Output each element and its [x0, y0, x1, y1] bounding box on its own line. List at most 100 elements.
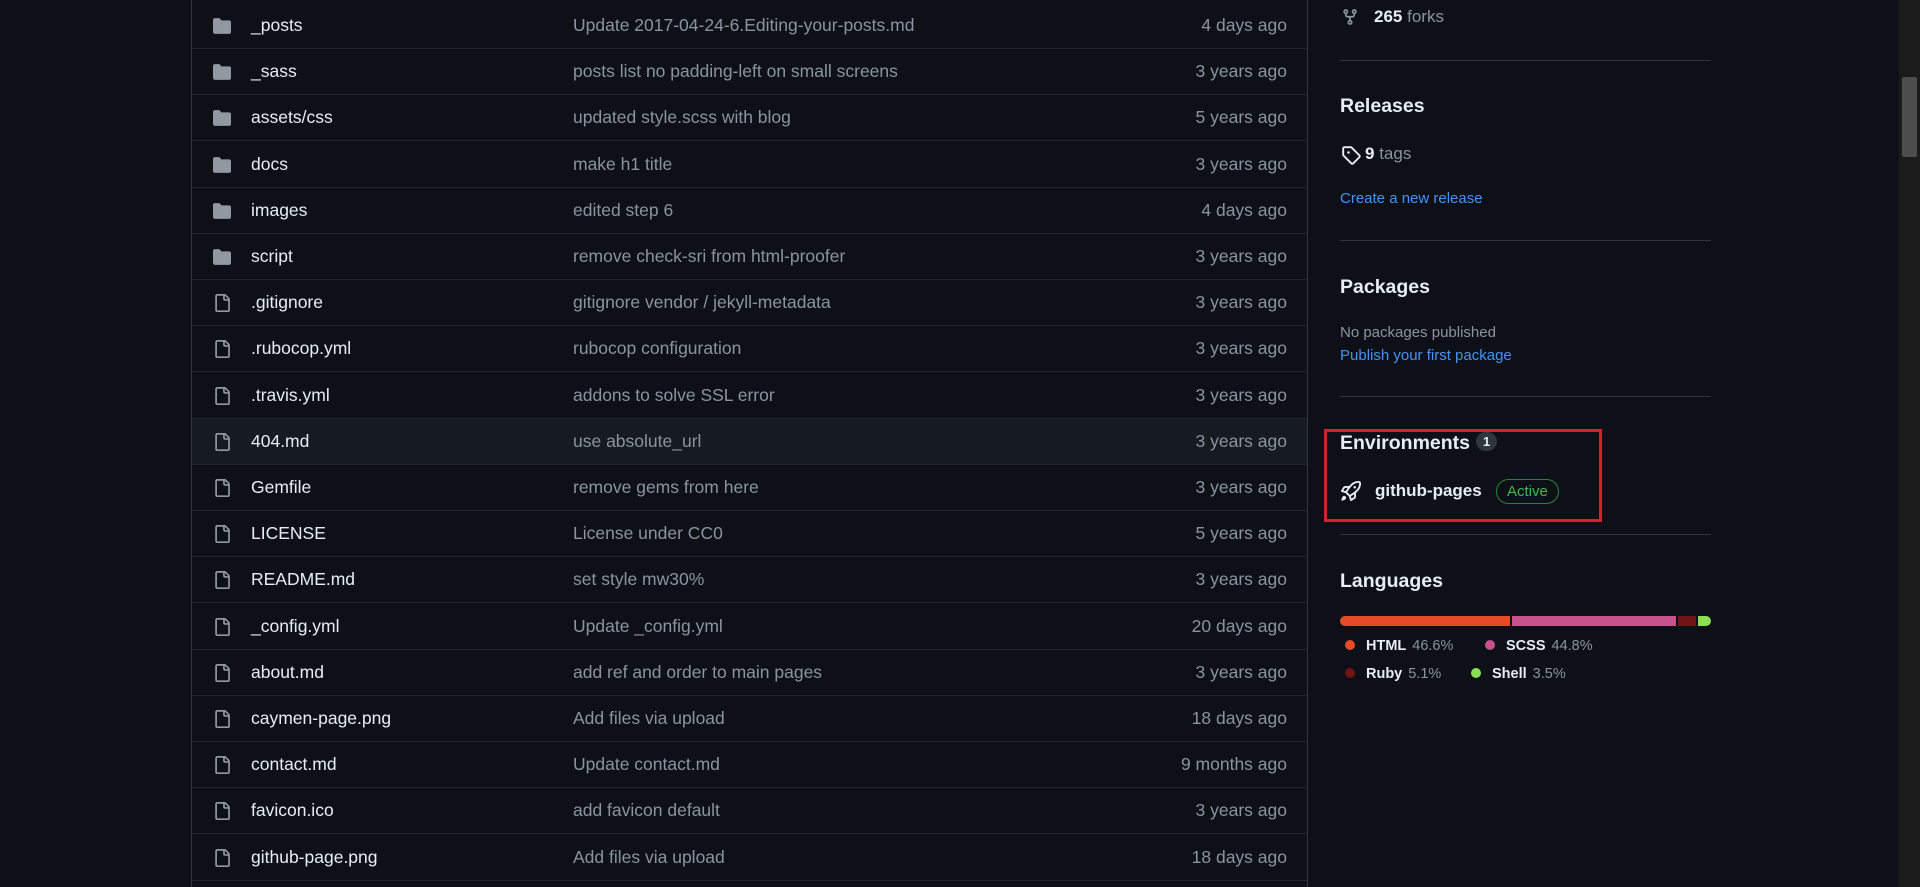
table-row[interactable]: script remove check-sri from html-proofer…: [192, 234, 1307, 280]
file-name-link[interactable]: .travis.yml: [251, 385, 330, 406]
languages-bar: [1340, 616, 1711, 626]
folder-icon: [211, 62, 233, 82]
commit-age: 3 years ago: [1195, 477, 1287, 497]
file-icon: [211, 524, 233, 544]
file-name-link[interactable]: caymen-page.png: [251, 708, 391, 729]
file-name-link[interactable]: favicon.ico: [251, 800, 334, 821]
file-icon: [211, 848, 233, 868]
language-item-ruby[interactable]: Ruby 5.1%: [1345, 666, 1441, 682]
commit-message-link[interactable]: License under CC0: [573, 523, 723, 544]
commit-age: 4 days ago: [1201, 15, 1287, 35]
language-color-dot: [1345, 668, 1355, 678]
table-row[interactable]: contact.md Update contact.md 9 months ago: [192, 742, 1307, 788]
file-icon: [211, 755, 233, 775]
language-item-shell[interactable]: Shell 3.5%: [1471, 666, 1566, 682]
folder-icon: [211, 108, 233, 128]
commit-message-link[interactable]: addons to solve SSL error: [573, 385, 775, 406]
language-name: Shell: [1492, 666, 1527, 682]
commit-message-link[interactable]: Update contact.md: [573, 754, 720, 775]
commit-age: 3 years ago: [1195, 385, 1287, 405]
divider: [1340, 534, 1711, 535]
table-row[interactable]: about.md add ref and order to main pages 3…: [192, 650, 1307, 696]
file-name-link[interactable]: _posts: [251, 15, 303, 36]
file-name-link[interactable]: 404.md: [251, 431, 309, 452]
commit-message-link[interactable]: updated style.scss with blog: [573, 107, 791, 128]
commit-age: 3 years ago: [1195, 61, 1287, 81]
forks-link[interactable]: 265 forks: [1374, 7, 1444, 27]
commit-message-link[interactable]: rubocop configuration: [573, 338, 741, 359]
publish-package-link[interactable]: Publish your first package: [1340, 347, 1512, 364]
commit-message-link[interactable]: make h1 title: [573, 154, 672, 175]
file-name-link[interactable]: Gemfile: [251, 477, 311, 498]
commit-age: 5 years ago: [1195, 523, 1287, 543]
file-icon: [211, 432, 233, 452]
commit-message-link[interactable]: posts list no padding-left on small scre…: [573, 61, 898, 82]
commit-age: 3 years ago: [1195, 431, 1287, 451]
table-row[interactable]: _config.yml Update _config.yml 20 days ago: [192, 604, 1307, 650]
commit-message-link[interactable]: set style mw30%: [573, 569, 704, 590]
language-item-scss[interactable]: SCSS 44.8%: [1485, 638, 1593, 654]
commit-age: 4 days ago: [1201, 200, 1287, 220]
language-color-dot: [1485, 640, 1495, 650]
file-name-link[interactable]: .rubocop.yml: [251, 338, 351, 359]
file-name-link[interactable]: .gitignore: [251, 292, 323, 313]
table-row[interactable]: docs make h1 title 3 years ago: [192, 142, 1307, 188]
page-scrollbar[interactable]: [1899, 0, 1920, 887]
file-name-link[interactable]: images: [251, 200, 307, 221]
commit-message-link[interactable]: edited step 6: [573, 200, 673, 221]
highlight-box: [1324, 429, 1602, 522]
commit-message-link[interactable]: remove check-sri from html-proofer: [573, 246, 845, 267]
scrollbar-thumb[interactable]: [1902, 77, 1917, 157]
divider: [1340, 396, 1711, 397]
table-row[interactable]: .gitignore gitignore vendor / jekyll-meta…: [192, 280, 1307, 326]
table-row[interactable]: .rubocop.yml rubocop configuration 3 years…: [192, 326, 1307, 372]
table-row[interactable]: _sass posts list no padding-left on small…: [192, 49, 1307, 95]
folder-icon: [211, 247, 233, 267]
file-name-link[interactable]: LICENSE: [251, 523, 326, 544]
commit-age: 9 months ago: [1180, 754, 1287, 774]
file-name-link[interactable]: contact.md: [251, 754, 337, 775]
table-row[interactable]: 404.md use absolute_url 3 years ago: [192, 419, 1307, 465]
file-name-link[interactable]: _sass: [251, 61, 297, 82]
language-bar-segment: [1698, 616, 1711, 626]
file-name-link[interactable]: about.md: [251, 662, 324, 683]
table-row[interactable]: LICENSE License under CC0 5 years ago: [192, 511, 1307, 557]
table-row[interactable]: github-page.png Add files via upload 18 da…: [192, 835, 1307, 881]
table-row[interactable]: assets/css updated style.scss with blog 5 …: [192, 95, 1307, 141]
commit-message-link[interactable]: Update _config.yml: [573, 616, 723, 637]
commit-message-link[interactable]: Update 2017-04-24-6.Editing-your-posts.m…: [573, 15, 914, 36]
table-row[interactable]: caymen-page.png Add files via upload 18 da…: [192, 696, 1307, 742]
commit-message-link[interactable]: Add files via upload: [573, 708, 725, 729]
table-row[interactable]: README.md set style mw30% 3 years ago: [192, 557, 1307, 603]
table-row[interactable]: favicon.ico add favicon default 3 years ag…: [192, 788, 1307, 834]
file-icon: [211, 801, 233, 821]
language-item-html[interactable]: HTML 46.6%: [1345, 638, 1453, 654]
commit-message-link[interactable]: Add files via upload: [573, 847, 725, 868]
commit-age: 3 years ago: [1195, 662, 1287, 682]
tags-link[interactable]: 9 tags: [1365, 144, 1411, 164]
commit-message-link[interactable]: gitignore vendor / jekyll-metadata: [573, 292, 831, 313]
create-release-link[interactable]: Create a new release: [1340, 190, 1483, 207]
table-row[interactable]: Gemfile remove gems from here 3 years ago: [192, 465, 1307, 511]
commit-message-link[interactable]: add ref and order to main pages: [573, 662, 822, 683]
releases-title[interactable]: Releases: [1340, 95, 1425, 118]
language-name: Ruby: [1366, 666, 1403, 682]
language-percent: 44.8%: [1551, 638, 1593, 654]
file-name-link[interactable]: _config.yml: [251, 616, 340, 637]
commit-age: 3 years ago: [1195, 569, 1287, 589]
file-name-link[interactable]: README.md: [251, 569, 355, 590]
table-row[interactable]: images edited step 6 4 days ago: [192, 188, 1307, 234]
file-name-link[interactable]: github-page.png: [251, 847, 378, 868]
table-row[interactable]: .travis.yml addons to solve SSL error 3 ye…: [192, 373, 1307, 419]
file-name-link[interactable]: docs: [251, 154, 288, 175]
commit-message-link[interactable]: add favicon default: [573, 800, 720, 821]
forks-count: 265: [1374, 7, 1403, 26]
file-name-link[interactable]: script: [251, 246, 293, 267]
commit-message-link[interactable]: use absolute_url: [573, 431, 701, 452]
packages-title[interactable]: Packages: [1340, 276, 1430, 299]
table-row[interactable]: _posts Update 2017-04-24-6.Editing-your-p…: [192, 3, 1307, 49]
language-color-dot: [1345, 640, 1355, 650]
commit-message-link[interactable]: remove gems from here: [573, 477, 759, 498]
file-icon: [211, 663, 233, 683]
file-name-link[interactable]: assets/css: [251, 107, 333, 128]
